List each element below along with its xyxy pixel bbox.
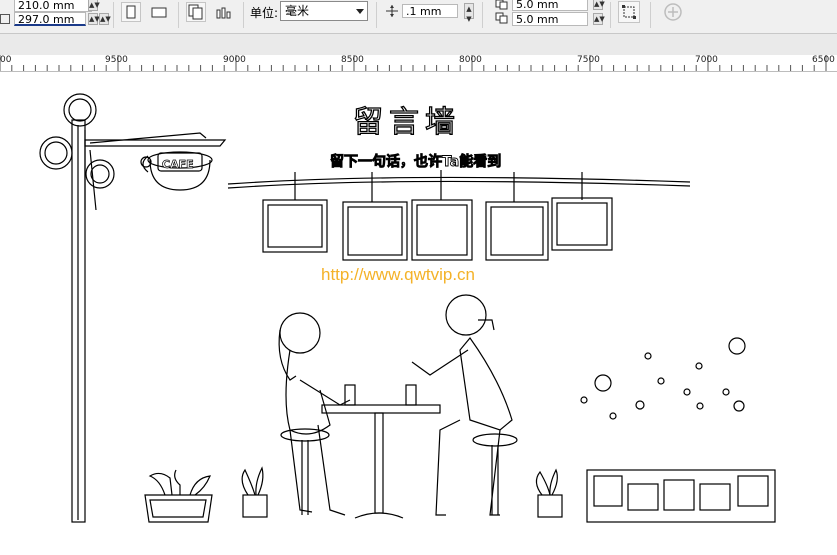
- ruler-label: 9500: [105, 55, 128, 65]
- cafe-table: [321, 384, 441, 519]
- separator: [113, 2, 114, 28]
- watermark-url: http://www.qwtvip.cn: [321, 265, 476, 284]
- chevron-down-icon: [356, 9, 364, 14]
- plant-pot-middle: [241, 466, 268, 518]
- drawing-canvas[interactable]: [0, 72, 837, 555]
- duplicate-y-spinner[interactable]: ▲▼: [593, 13, 605, 25]
- landscape-icon: [151, 7, 167, 18]
- page-width-value[interactable]: 210.0 mm: [14, 0, 92, 12]
- unit-select[interactable]: 毫米: [280, 1, 368, 21]
- separator: [610, 2, 611, 28]
- property-bar: 210.0 mm ▲▼ 297.0 mm ▲▼ ▲▼ 单位: 毫米 .1 mm …: [0, 0, 837, 34]
- plant-pot-right: [535, 468, 563, 518]
- duplicate-y-field[interactable]: 5.0 mm: [512, 12, 588, 26]
- current-page-icon: [216, 7, 231, 19]
- nudge-field[interactable]: .1 mm: [402, 4, 458, 18]
- duplicate-x-icon: [495, 0, 508, 10]
- separator: [243, 2, 244, 28]
- plant-pot-left: [144, 469, 213, 523]
- ruler-label: 8500: [341, 55, 364, 65]
- artwork-subtitle: 留下一句话，也许Ta能看到: [330, 154, 502, 171]
- ruler-label: 00: [0, 55, 12, 65]
- ruler-label: 6500: [812, 55, 835, 65]
- duplicate-y-icon: [495, 12, 508, 24]
- add-page-icon[interactable]: [664, 3, 682, 21]
- treat-as-filled-button[interactable]: [618, 1, 640, 23]
- portrait-button[interactable]: [121, 2, 141, 22]
- ruler-label: 7000: [695, 55, 718, 65]
- toolbar-gap: [0, 34, 837, 55]
- page-width-spinner[interactable]: ▲▼: [88, 0, 100, 11]
- page-width-field[interactable]: 210.0 mm: [0, 0, 92, 12]
- nudge-spinner[interactable]: ▲ ▼: [464, 3, 474, 23]
- duplicate-x-spinner[interactable]: ▲▼: [593, 0, 605, 10]
- duplicate-x-field[interactable]: 5.0 mm: [512, 0, 588, 11]
- stool-left: [280, 428, 330, 515]
- nudge-icon: [386, 5, 398, 17]
- all-pages-icon: [188, 4, 203, 20]
- unit-label: 单位:: [250, 6, 279, 20]
- ruler-label: 8000: [459, 55, 482, 65]
- page-height-spinner[interactable]: ▲▼: [88, 13, 100, 25]
- garden-fence: [586, 469, 776, 523]
- current-page-button[interactable]: [214, 2, 234, 22]
- cafe-sign-text: CAFE: [162, 158, 194, 172]
- horizontal-ruler[interactable]: 00 9500 9000 8500 8000 7500 7000 6500: [0, 55, 837, 72]
- page-height-field[interactable]: 297.0 mm: [0, 12, 86, 26]
- page-height-value[interactable]: 297.0 mm: [14, 12, 86, 26]
- floating-bubbles: [580, 337, 746, 420]
- ruler-label: 7500: [577, 55, 600, 65]
- separator: [178, 2, 179, 28]
- unit-select-value: 毫米: [285, 4, 310, 18]
- portrait-icon: [126, 5, 136, 19]
- lamp-post: [39, 93, 227, 523]
- all-pages-button[interactable]: [186, 2, 206, 22]
- photo-frames: [262, 197, 613, 261]
- treat-as-filled-icon: [622, 5, 636, 19]
- separator: [482, 2, 483, 28]
- duplicate-y-value[interactable]: 5.0 mm: [512, 12, 588, 26]
- page-height-icon: [0, 14, 10, 24]
- page-width-icon: [0, 0, 10, 10]
- artwork-title: 留言墙: [352, 104, 461, 140]
- separator: [650, 2, 651, 28]
- clothes-line: [227, 170, 691, 202]
- page-height-spinner-2[interactable]: ▲▼: [99, 13, 111, 25]
- girl-figure: [278, 312, 351, 516]
- nudge-value[interactable]: .1 mm: [402, 4, 458, 18]
- landscape-button[interactable]: [149, 2, 169, 22]
- separator: [376, 2, 377, 28]
- ruler-label: 9000: [223, 55, 246, 65]
- duplicate-x-value[interactable]: 5.0 mm: [512, 0, 588, 11]
